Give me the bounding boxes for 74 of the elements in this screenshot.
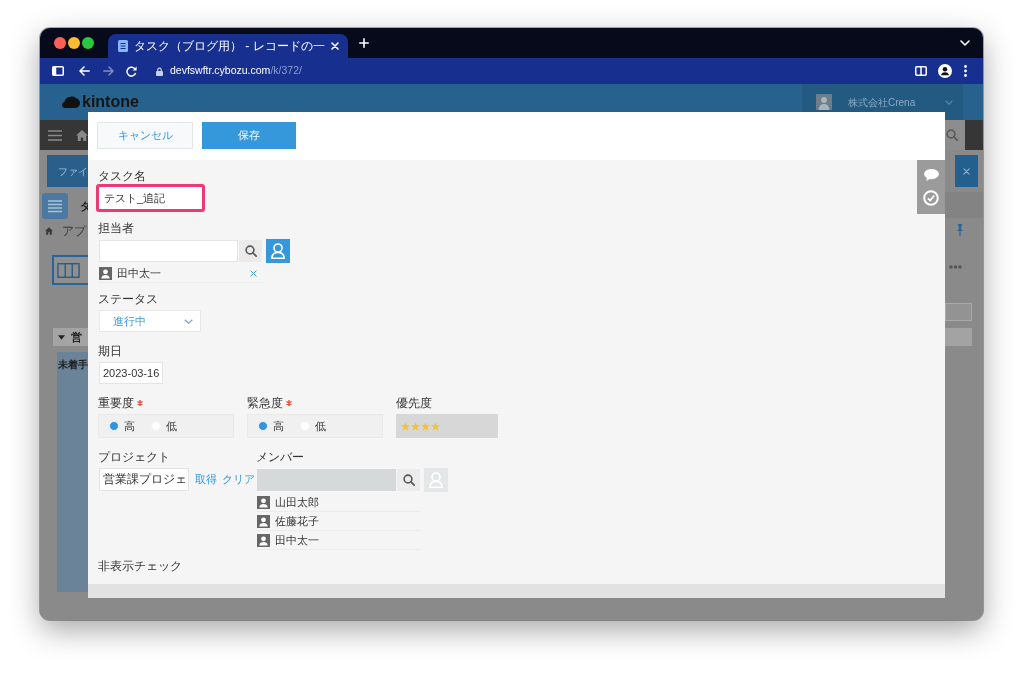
- star-icon: [431, 421, 440, 431]
- user-name: 田中太一: [275, 532, 319, 548]
- field-label: 緊急度: [247, 396, 283, 410]
- column-title: 未着手: [58, 358, 88, 372]
- field-label: 優先度: [396, 396, 432, 410]
- star-icon: [411, 421, 420, 431]
- user-name: 山田太郎: [275, 494, 319, 510]
- maximize-window-icon[interactable]: [82, 37, 94, 49]
- field-label: プロジェクト: [98, 450, 170, 464]
- text-field[interactable]: テスト_追記: [96, 184, 205, 212]
- board-icon: [57, 262, 80, 278]
- reload-icon[interactable]: [126, 65, 137, 77]
- avatar-icon: [99, 266, 112, 280]
- reader-icon[interactable]: [915, 66, 927, 76]
- search-button[interactable]: [397, 469, 420, 491]
- avatar-icon: [816, 94, 832, 110]
- close-window-icon[interactable]: [54, 37, 66, 49]
- menu-icon[interactable]: [964, 65, 967, 77]
- radio-option[interactable]: 低: [300, 417, 326, 435]
- view-selector[interactable]: [52, 255, 88, 285]
- home-icon[interactable]: [45, 227, 53, 235]
- profile-icon[interactable]: [938, 64, 952, 78]
- user-picker-button[interactable]: [266, 239, 290, 263]
- radio-option[interactable]: 高: [258, 417, 284, 435]
- sidebar-icon[interactable]: [52, 66, 64, 76]
- field-label: 重要度: [98, 396, 134, 410]
- comment-icon[interactable]: [923, 168, 939, 181]
- avatar-icon: [257, 495, 270, 509]
- user-search-field[interactable]: [99, 240, 238, 262]
- caret-icon[interactable]: [58, 334, 65, 340]
- forward-arrow-icon[interactable]: [103, 66, 114, 76]
- lock-icon: [156, 66, 163, 76]
- page-icon: [118, 40, 128, 52]
- input-field[interactable]: [945, 303, 972, 321]
- user-name: 佐藤花子: [275, 513, 319, 529]
- plus-icon[interactable]: [358, 38, 369, 48]
- date-field[interactable]: 2023-03-16: [99, 362, 163, 384]
- group-row[interactable]: 営: [53, 328, 88, 346]
- logo-icon: [62, 96, 80, 108]
- radio-option[interactable]: 低: [151, 417, 177, 435]
- address-text[interactable]: devfswftr.cybozu.com/k/372/: [170, 63, 302, 79]
- radio-icon[interactable]: [258, 421, 268, 431]
- star-icon: [401, 421, 410, 431]
- more-icon[interactable]: [949, 265, 962, 269]
- field-label: 期日: [98, 344, 122, 358]
- group-row: [945, 328, 972, 346]
- back-arrow-icon[interactable]: [79, 66, 90, 76]
- field-label: ステータス: [98, 292, 158, 306]
- field-label: 非表示チェック: [98, 559, 182, 573]
- avatar-icon: [257, 514, 270, 528]
- account-name: 株式会社Crena: [848, 95, 916, 110]
- history-icon[interactable]: [923, 189, 939, 206]
- file-button[interactable]: ファイ: [47, 155, 88, 187]
- user-name: 田中太一: [117, 265, 161, 281]
- search-button[interactable]: [239, 240, 262, 262]
- field-label: タスク名: [98, 169, 146, 183]
- search-icon[interactable]: [402, 474, 415, 486]
- remove-icon[interactable]: [250, 269, 257, 277]
- browser-tab[interactable]: タスク（ブログ用） - レコードの一: [108, 34, 348, 58]
- avatar-icon: [257, 533, 270, 547]
- minimize-window-icon[interactable]: [68, 37, 80, 49]
- pin-icon[interactable]: [957, 224, 963, 236]
- field-label: 担当者: [98, 221, 134, 235]
- search-icon[interactable]: [244, 245, 257, 257]
- radio-icon[interactable]: [109, 421, 119, 431]
- lookup-field[interactable]: 営業課プロジェ: [99, 468, 189, 491]
- list-icon[interactable]: [42, 193, 68, 219]
- field-label: メンバー: [256, 450, 304, 464]
- home-icon[interactable]: [76, 129, 88, 141]
- radio-option[interactable]: 高: [109, 417, 135, 435]
- chevron-down-icon: [184, 318, 193, 324]
- logo-text: kintone: [82, 94, 139, 110]
- star-icon: [421, 421, 430, 431]
- user-icon[interactable]: [271, 243, 285, 259]
